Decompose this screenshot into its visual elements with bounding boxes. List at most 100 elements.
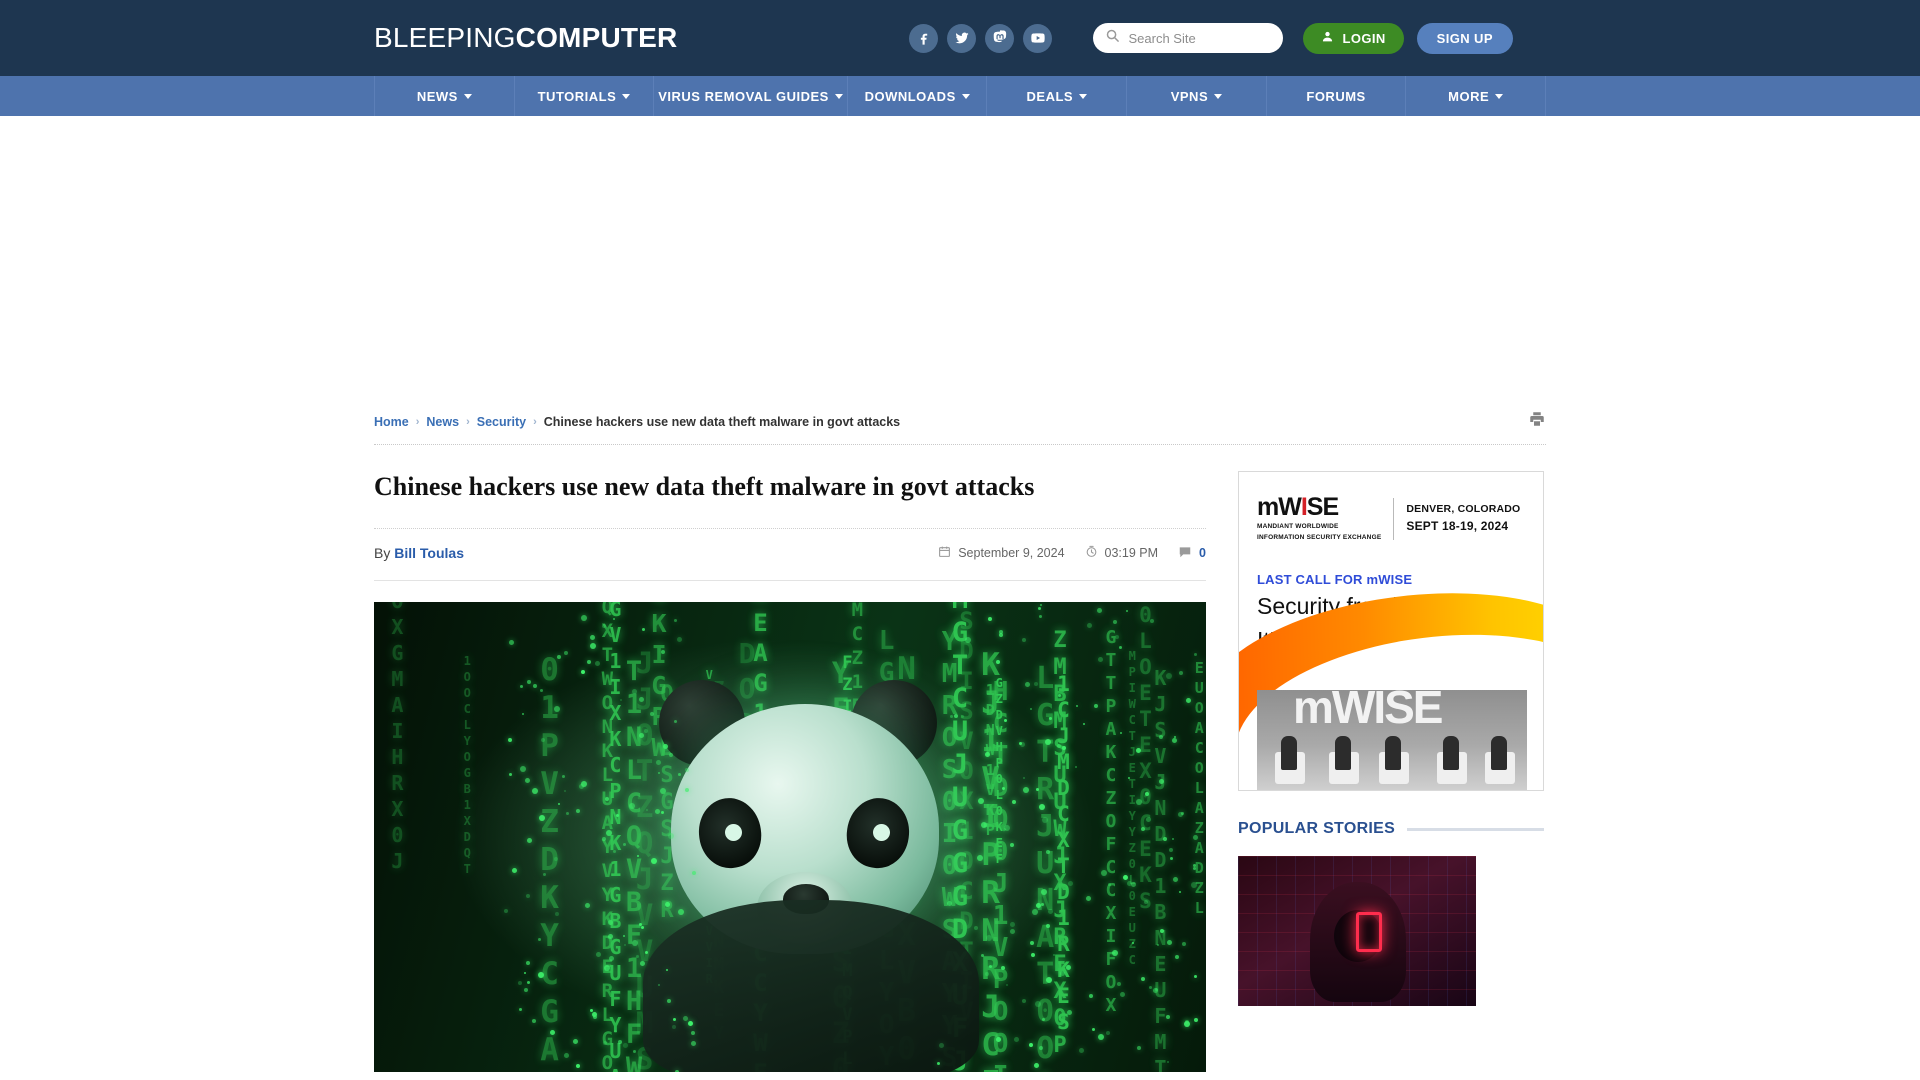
popular-story-thumbnail[interactable] xyxy=(1238,856,1476,1006)
pixel-dot xyxy=(685,788,689,792)
pixel-dot xyxy=(1057,744,1061,748)
pixel-dot xyxy=(989,965,992,968)
ad-kicker: LAST CALL FOR mWISE xyxy=(1239,542,1543,587)
pixel-dot xyxy=(524,972,526,974)
signup-label: SIGN UP xyxy=(1437,31,1493,46)
pixel-dot xyxy=(667,999,671,1003)
pixel-dot xyxy=(1184,1021,1190,1027)
nav-item-deals[interactable]: DEALS xyxy=(987,76,1127,116)
pixel-dot xyxy=(673,1018,676,1021)
pixel-dot xyxy=(978,798,984,804)
breadcrumb: Home › News › Security › Chinese hackers… xyxy=(374,415,900,429)
youtube-icon[interactable] xyxy=(1023,24,1052,53)
pixel-dot xyxy=(1025,682,1030,687)
pixel-dot xyxy=(518,981,522,985)
pixel-dot xyxy=(1174,736,1176,738)
breadcrumb-home[interactable]: Home xyxy=(374,415,409,429)
red-device-glow xyxy=(1356,912,1382,952)
pixel-dot xyxy=(623,935,625,937)
printer-icon[interactable] xyxy=(1528,410,1546,433)
pixel-dot xyxy=(614,1030,617,1033)
nav-item-forums[interactable]: FORUMS xyxy=(1267,76,1407,116)
login-button[interactable]: LOGIN xyxy=(1303,23,1403,54)
login-label: LOGIN xyxy=(1342,31,1385,46)
nav-item-tutorials[interactable]: TUTORIALS xyxy=(515,76,655,116)
search-input[interactable] xyxy=(1128,31,1271,46)
mwise-wordmark: m W I SE xyxy=(1257,495,1381,520)
comments-count[interactable]: 0 xyxy=(1178,545,1206,562)
pixel-dot xyxy=(1046,977,1052,983)
nav-label: VPNS xyxy=(1171,89,1208,104)
twitter-icon[interactable] xyxy=(947,24,976,53)
pixel-dot xyxy=(1193,835,1198,840)
pixel-dot xyxy=(539,815,545,821)
pixel-dot xyxy=(623,843,626,846)
pixel-dot xyxy=(623,1043,628,1048)
pixel-dot xyxy=(981,822,987,828)
pixel-dot xyxy=(668,833,674,839)
pixel-dot xyxy=(613,618,615,620)
popular-stories-header: POPULAR STORIES xyxy=(1238,820,1544,838)
pixel-dot xyxy=(538,972,544,978)
pixel-dot xyxy=(1001,966,1005,970)
pixel-dot xyxy=(526,961,530,965)
pixel-dot xyxy=(541,738,545,742)
main-navigation: NEWS TUTORIALS VIRUS REMOVAL GUIDES DOWN… xyxy=(0,76,1920,116)
nav-item-news[interactable]: NEWS xyxy=(374,76,515,116)
ad-photo-wordmark: mWISE xyxy=(1293,690,1441,734)
pixel-dot xyxy=(632,689,637,694)
pixel-dot xyxy=(603,1041,607,1045)
pixel-dots-overlay xyxy=(374,602,1206,1072)
panelist xyxy=(1281,736,1297,770)
pixel-dot xyxy=(985,972,989,976)
publish-time: 03:19 PM xyxy=(1085,545,1159,561)
nav-item-downloads[interactable]: DOWNLOADS xyxy=(848,76,988,116)
pixel-dot xyxy=(1031,953,1035,957)
pixel-dot xyxy=(590,643,596,649)
pixel-dot xyxy=(1193,864,1196,867)
mastodon-icon[interactable] xyxy=(985,24,1014,53)
site-logo[interactable]: BLEEPINGCOMPUTER xyxy=(374,22,677,54)
pixel-dot xyxy=(688,1021,693,1026)
pixel-dot xyxy=(1035,1001,1041,1007)
pixel-dot xyxy=(1172,838,1174,840)
pixel-dot xyxy=(1173,877,1178,882)
pixel-dot xyxy=(1041,889,1047,895)
nav-item-more[interactable]: MORE xyxy=(1406,76,1546,116)
pixel-dot xyxy=(504,909,508,913)
pixel-dot xyxy=(1159,735,1163,739)
pixel-dot xyxy=(685,768,689,772)
pixel-dot xyxy=(1194,975,1197,978)
author-link[interactable]: Bill Toulas xyxy=(394,545,464,561)
search-bar[interactable] xyxy=(1093,23,1283,53)
pixel-dot xyxy=(1186,698,1191,703)
panelist xyxy=(1385,736,1401,770)
sidebar-ad-mwise[interactable]: m W I SE MANDIANT WORLDWIDE INFORMATION SEC… xyxy=(1238,471,1544,791)
pixel-dot xyxy=(663,744,668,749)
pixel-dot xyxy=(564,651,568,655)
pixel-dot xyxy=(608,934,613,939)
facebook-icon[interactable] xyxy=(909,24,938,53)
user-icon xyxy=(1321,30,1334,46)
pixel-dot xyxy=(1167,940,1172,945)
pixel-dot xyxy=(590,1009,593,1012)
pixel-dot xyxy=(678,773,681,776)
nav-item-vpns[interactable]: VPNS xyxy=(1127,76,1267,116)
pixel-dot xyxy=(1089,994,1093,998)
breadcrumb-separator: › xyxy=(466,416,470,428)
pixel-dot xyxy=(644,729,648,733)
pixel-dot xyxy=(1039,1046,1043,1050)
publish-date: September 9, 2024 xyxy=(938,545,1064,561)
signup-button[interactable]: SIGN UP xyxy=(1417,23,1513,54)
breadcrumb-security[interactable]: Security xyxy=(477,415,526,429)
pixel-dot xyxy=(660,788,666,794)
ad-header: m W I SE MANDIANT WORLDWIDE INFORMATION SEC… xyxy=(1239,472,1543,542)
pixel-dot xyxy=(1046,850,1050,854)
panelist xyxy=(1335,736,1351,770)
search-icon xyxy=(1105,28,1120,48)
breadcrumb-news[interactable]: News xyxy=(426,415,459,429)
auth-buttons: LOGIN SIGN UP xyxy=(1303,23,1512,54)
nav-item-virus-removal-guides[interactable]: VIRUS REMOVAL GUIDES xyxy=(654,76,848,116)
pixel-dot xyxy=(566,812,569,815)
pixel-dot xyxy=(520,685,523,688)
